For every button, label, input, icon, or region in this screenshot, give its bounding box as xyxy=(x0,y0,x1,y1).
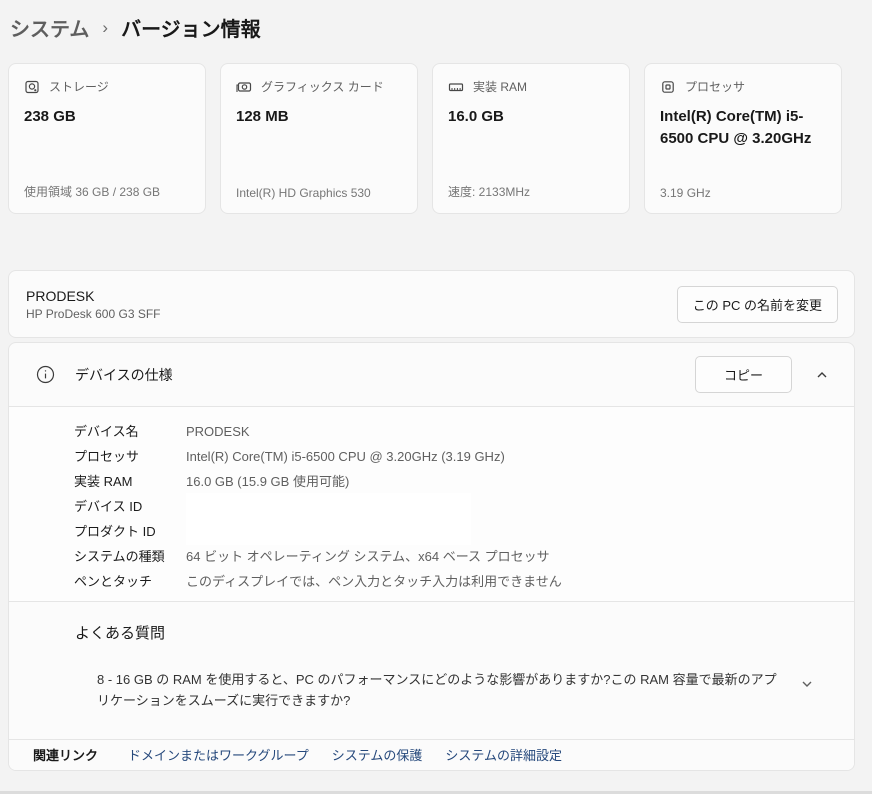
link-system-protection[interactable]: システムの保護 xyxy=(332,745,423,764)
faq-question: 8 - 16 GB の RAM を使用すると、PC のパフォーマンスにどのような… xyxy=(97,669,789,711)
storage-icon xyxy=(24,79,40,95)
card-label: プロセッサ xyxy=(685,78,745,95)
graphics-card-icon xyxy=(236,79,252,95)
card-value: Intel(R) Core(TM) i5-6500 CPU @ 3.20GHz xyxy=(660,106,826,150)
spec-row-product-id: プロダクト ID xyxy=(74,519,854,544)
info-icon xyxy=(36,365,55,384)
faq-item[interactable]: 8 - 16 GB の RAM を使用すると、PC のパフォーマンスにどのような… xyxy=(75,669,838,711)
link-advanced-system-settings[interactable]: システムの詳細設定 xyxy=(445,745,562,764)
spec-row-pen-touch: ペンとタッチ このディスプレイでは、ペン入力とタッチ入力は利用できません xyxy=(74,569,854,594)
graphics-card: グラフィックス カード 128 MB Intel(R) HD Graphics … xyxy=(220,63,418,214)
faq-title: よくある質問 xyxy=(75,622,838,643)
device-specs-panel: デバイスの仕様 コピー デバイス名 PRODESK プロセッサ Intel(R)… xyxy=(8,342,855,771)
related-links-label: 関連リンク xyxy=(33,745,98,764)
card-detail: Intel(R) HD Graphics 530 xyxy=(236,186,402,200)
rename-pc-button[interactable]: この PC の名前を変更 xyxy=(677,286,838,323)
redacted-value xyxy=(186,493,471,520)
page-title: バージョン情報 xyxy=(121,13,261,42)
device-name-panel: PRODESK HP ProDesk 600 G3 SFF この PC の名前を… xyxy=(8,270,855,338)
spec-row-processor: プロセッサ Intel(R) Core(TM) i5-6500 CPU @ 3.… xyxy=(74,444,854,469)
card-label: グラフィックス カード xyxy=(261,78,384,95)
copy-button[interactable]: コピー xyxy=(695,356,792,393)
card-value: 128 MB xyxy=(236,106,402,128)
device-specs-title: デバイスの仕様 xyxy=(75,365,173,385)
ram-icon xyxy=(448,79,464,95)
faq-section: よくある質問 8 - 16 GB の RAM を使用すると、PC のパフォーマン… xyxy=(9,602,854,739)
breadcrumb: システム › バージョン情報 xyxy=(10,13,261,42)
chevron-down-icon[interactable] xyxy=(800,677,814,694)
device-name: PRODESK xyxy=(26,288,161,304)
processor-icon xyxy=(660,79,676,95)
redacted-value xyxy=(186,518,471,545)
card-label: ストレージ xyxy=(49,78,109,95)
device-name-block: PRODESK HP ProDesk 600 G3 SFF xyxy=(26,288,161,321)
chevron-up-icon[interactable] xyxy=(808,361,836,389)
card-detail: 3.19 GHz xyxy=(660,186,826,200)
related-links-section: 関連リンク ドメインまたはワークグループ システムの保護 システムの詳細設定 xyxy=(9,740,854,770)
card-value: 238 GB xyxy=(24,106,190,128)
card-label: 実装 RAM xyxy=(473,78,527,95)
card-detail: 使用領域 36 GB / 238 GB xyxy=(24,183,190,200)
card-value: 16.0 GB xyxy=(448,106,614,128)
spec-row-ram: 実装 RAM 16.0 GB (15.9 GB 使用可能) xyxy=(74,469,854,494)
summary-cards: ストレージ 238 GB 使用領域 36 GB / 238 GB グラフィックス… xyxy=(8,63,842,214)
spec-row-device-name: デバイス名 PRODESK xyxy=(74,419,854,444)
breadcrumb-system[interactable]: システム xyxy=(10,13,89,42)
ram-card: 実装 RAM 16.0 GB 速度: 2133MHz xyxy=(432,63,630,214)
spec-row-system-type: システムの種類 64 ビット オペレーティング システム、x64 ベース プロセ… xyxy=(74,544,854,569)
processor-card: プロセッサ Intel(R) Core(TM) i5-6500 CPU @ 3.… xyxy=(644,63,842,214)
device-specs-header[interactable]: デバイスの仕様 コピー xyxy=(9,343,854,406)
device-model: HP ProDesk 600 G3 SFF xyxy=(26,307,161,321)
spec-table: デバイス名 PRODESK プロセッサ Intel(R) Core(TM) i5… xyxy=(9,407,854,601)
spec-row-device-id: デバイス ID xyxy=(74,494,854,519)
link-domain-or-workgroup[interactable]: ドメインまたはワークグループ xyxy=(128,745,309,764)
breadcrumb-separator-icon: › xyxy=(102,17,108,38)
storage-card: ストレージ 238 GB 使用領域 36 GB / 238 GB xyxy=(8,63,206,214)
card-detail: 速度: 2133MHz xyxy=(448,183,614,200)
